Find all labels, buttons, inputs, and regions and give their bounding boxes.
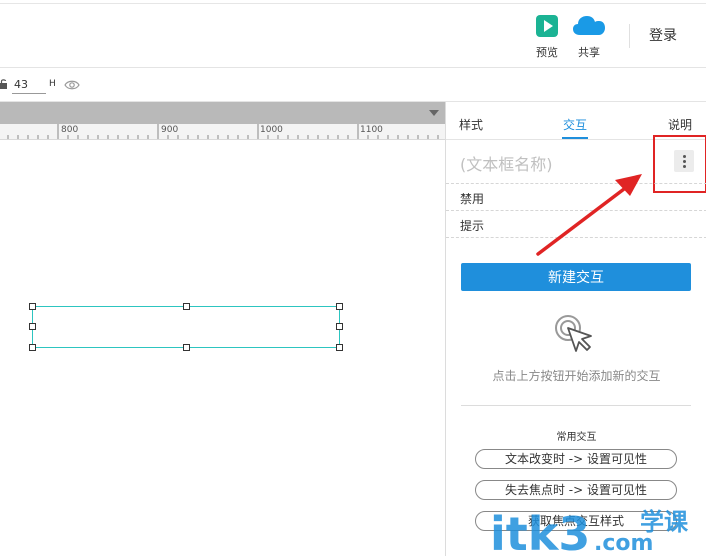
eye-icon[interactable] xyxy=(64,79,80,91)
tab-style[interactable]: 样式 xyxy=(459,116,483,133)
resize-handle[interactable] xyxy=(29,303,36,310)
common-interaction-item[interactable]: 文本改变时 -> 设置可见性 xyxy=(475,449,677,469)
empty-state-hint: 点击上方按钮开始添加新的交互 xyxy=(492,369,661,383)
canvas-header-bar xyxy=(0,102,445,124)
resize-handle[interactable] xyxy=(336,323,343,330)
disabled-option[interactable]: 禁用 xyxy=(460,190,484,207)
toolbar-top-border xyxy=(0,3,706,4)
widget-name-field[interactable]: (文本框名称) xyxy=(460,151,553,175)
svg-text:itk3: itk3 xyxy=(490,507,590,556)
new-interaction-button[interactable]: 新建交互 xyxy=(461,263,691,291)
ruler-label: 900 xyxy=(161,125,179,135)
click-pointer-icon xyxy=(555,315,592,352)
divider xyxy=(446,237,706,238)
dropdown-arrow-icon[interactable] xyxy=(429,110,439,116)
preview-button[interactable]: 预览 xyxy=(525,14,569,60)
cloud-icon xyxy=(573,16,605,35)
inspector-panel: 样式 交互 说明 (文本框名称) 禁用 提示 新建交互 点击上方按钮开始添加新的… xyxy=(445,102,706,556)
site-watermark-logo: itk3 .com 学课 xyxy=(490,507,689,556)
preview-label: 预览 xyxy=(536,46,558,59)
height-label: H xyxy=(49,79,56,89)
login-button[interactable]: 登录 xyxy=(649,25,677,45)
play-icon xyxy=(536,15,558,37)
tab-notes[interactable]: 说明 xyxy=(668,116,692,133)
design-canvas[interactable]: 800 900 1000 1100 xyxy=(0,102,445,556)
top-toolbar: 预览 共享 登录 xyxy=(0,0,706,68)
ruler-label: 1100 xyxy=(360,125,383,135)
ruler-label: 1000 xyxy=(260,125,283,135)
lock-icon[interactable] xyxy=(0,78,8,90)
horizontal-ruler: 800 900 1000 1100 xyxy=(0,124,445,140)
resize-handle[interactable] xyxy=(183,303,190,310)
tab-interactions[interactable]: 交互 xyxy=(563,116,587,133)
tooltip-option[interactable]: 提示 xyxy=(460,217,484,234)
common-interaction-item[interactable]: 失去焦点时 -> 设置可见性 xyxy=(475,480,677,500)
svg-text:学课: 学课 xyxy=(640,508,689,536)
common-interactions-title: 常用交互 xyxy=(556,432,597,443)
property-bar: H xyxy=(0,68,706,102)
resize-handle[interactable] xyxy=(336,303,343,310)
resize-handle[interactable] xyxy=(183,344,190,351)
resize-handle[interactable] xyxy=(29,323,36,330)
toolbar-divider xyxy=(629,24,630,48)
height-field[interactable] xyxy=(12,76,46,94)
active-tab-indicator xyxy=(562,137,588,139)
text-field-widget[interactable] xyxy=(29,303,343,351)
share-button[interactable]: 共享 xyxy=(567,14,611,60)
resize-handle[interactable] xyxy=(336,344,343,351)
divider xyxy=(446,183,706,184)
divider xyxy=(461,405,691,406)
ruler-label: 800 xyxy=(61,125,79,135)
divider xyxy=(446,210,706,211)
annotation-highlight-box xyxy=(653,135,706,193)
share-label: 共享 xyxy=(578,46,600,59)
resize-handle[interactable] xyxy=(29,344,36,351)
